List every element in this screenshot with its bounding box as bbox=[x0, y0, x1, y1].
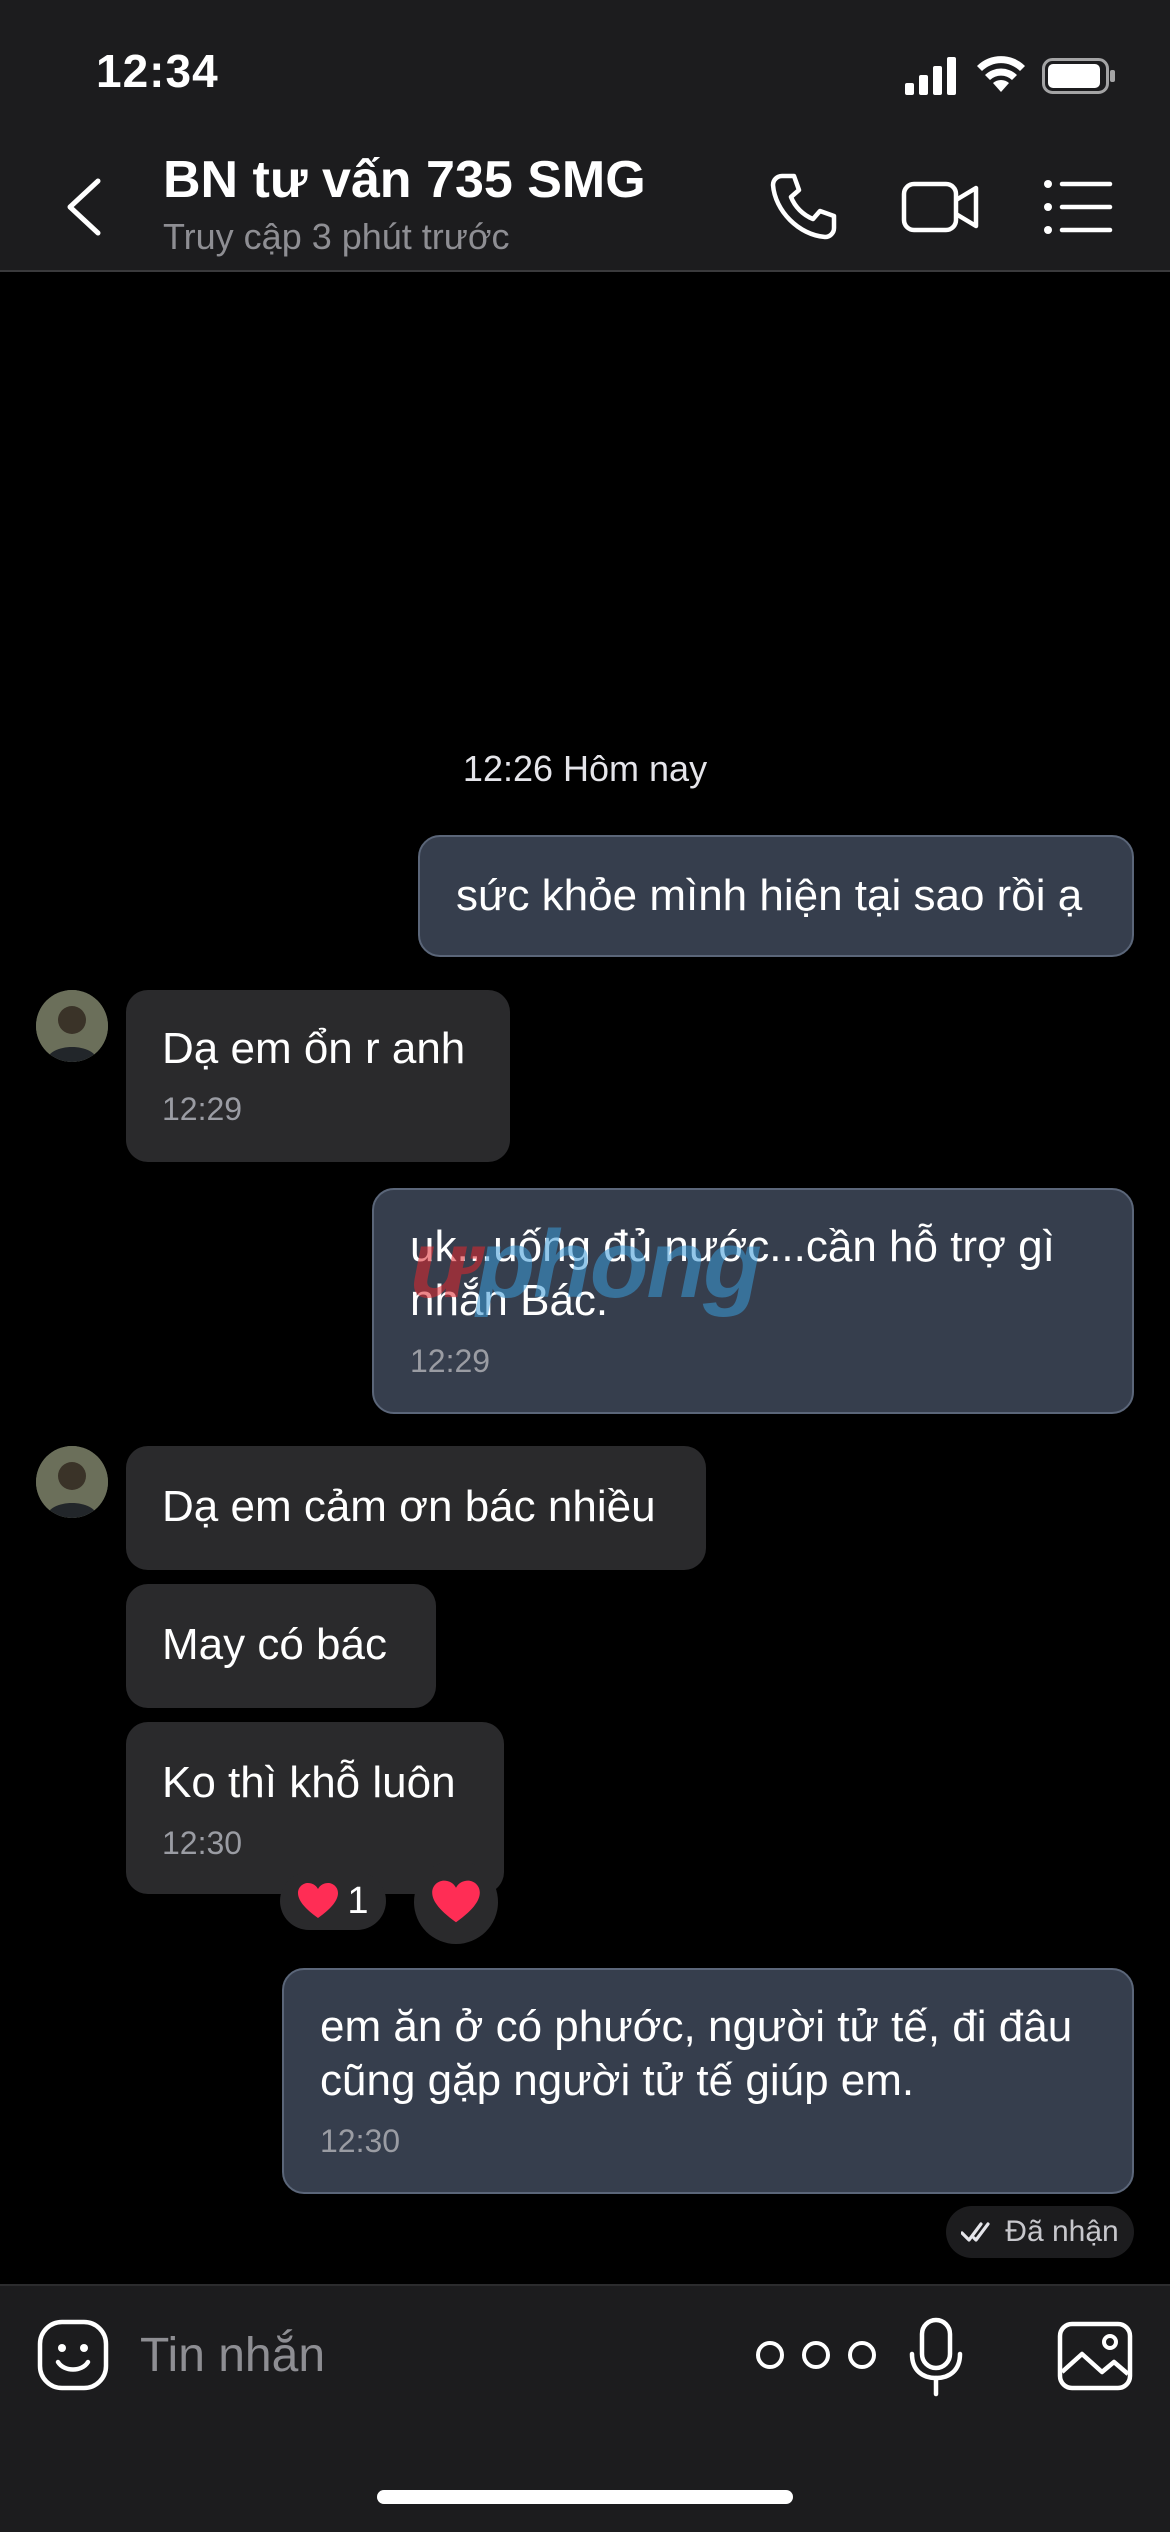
heart-icon bbox=[298, 1883, 339, 1918]
react-heart-button[interactable] bbox=[414, 1860, 498, 1944]
message-bubble-sent[interactable]: uk...uống đủ nước...cần hỗ trợ gì nhắn B… bbox=[372, 1188, 1134, 1414]
reaction-summary[interactable]: 1 bbox=[280, 1872, 386, 1930]
emoji-sticker-icon[interactable] bbox=[36, 2318, 110, 2392]
message-time: 12:30 bbox=[320, 2123, 401, 2159]
cellular-signal-icon bbox=[905, 57, 956, 95]
message-time: 12:29 bbox=[410, 1343, 491, 1379]
message-text: em ăn ở có phước, người tử tế, đi đâu cũ… bbox=[320, 2002, 1073, 2105]
message-text: Ko thì khỗ luôn bbox=[162, 1758, 456, 1807]
delivery-status-text: Đã nhận bbox=[1005, 2215, 1119, 2248]
date-separator: 12:26 Hôm nay bbox=[462, 748, 708, 789]
image-gallery-icon[interactable] bbox=[1056, 2320, 1134, 2392]
heart-icon bbox=[432, 1880, 480, 1923]
header-divider bbox=[0, 270, 1170, 272]
last-seen-status: Truy cập 3 phút trước bbox=[163, 216, 510, 257]
message-bubble-received[interactable]: Dạ em ổn r anh 12:29 bbox=[126, 990, 510, 1162]
message-text: Dạ em ổn r anh bbox=[162, 1024, 466, 1073]
wifi-icon bbox=[977, 56, 1025, 92]
message-time: 12:30 bbox=[162, 1825, 243, 1861]
status-time: 12:34 bbox=[96, 45, 219, 97]
message-input[interactable] bbox=[140, 2320, 700, 2390]
video-icon[interactable] bbox=[900, 170, 980, 244]
message-text: sức khỏe mình hiện tại sao rồi ạ bbox=[456, 871, 1083, 920]
list-menu-icon[interactable] bbox=[1040, 170, 1114, 244]
battery-icon bbox=[1042, 58, 1115, 94]
message-bubble-sent[interactable]: sức khỏe mình hiện tại sao rồi ạ bbox=[418, 835, 1134, 957]
message-bubble-received[interactable]: Dạ em cảm ơn bác nhiều bbox=[126, 1446, 706, 1570]
microphone-icon[interactable] bbox=[906, 2316, 966, 2398]
message-text: uk...uống đủ nước...cần hỗ trợ gì nhắn B… bbox=[410, 1222, 1055, 1325]
chat-title[interactable]: BN tư vấn 735 SMG bbox=[163, 150, 646, 210]
back-icon[interactable] bbox=[60, 175, 110, 239]
contact-avatar[interactable] bbox=[36, 990, 108, 1062]
message-bubble-received[interactable]: May có bác bbox=[126, 1584, 436, 1708]
message-bubble-sent[interactable]: em ăn ở có phước, người tử tế, đi đâu cũ… bbox=[282, 1968, 1134, 2194]
message-text: May có bác bbox=[162, 1620, 387, 1669]
phone-icon[interactable] bbox=[766, 170, 840, 244]
reaction-count: 1 bbox=[347, 1879, 369, 1922]
input-bar-divider bbox=[0, 2284, 1170, 2286]
message-text: Dạ em cảm ơn bác nhiều bbox=[162, 1482, 656, 1531]
message-time: 12:29 bbox=[162, 1091, 243, 1127]
delivery-status: Đã nhận bbox=[946, 2206, 1134, 2258]
more-options-icon[interactable] bbox=[752, 2338, 880, 2372]
home-indicator[interactable] bbox=[377, 2490, 793, 2504]
double-check-icon bbox=[961, 2222, 990, 2242]
contact-avatar[interactable] bbox=[36, 1446, 108, 1518]
